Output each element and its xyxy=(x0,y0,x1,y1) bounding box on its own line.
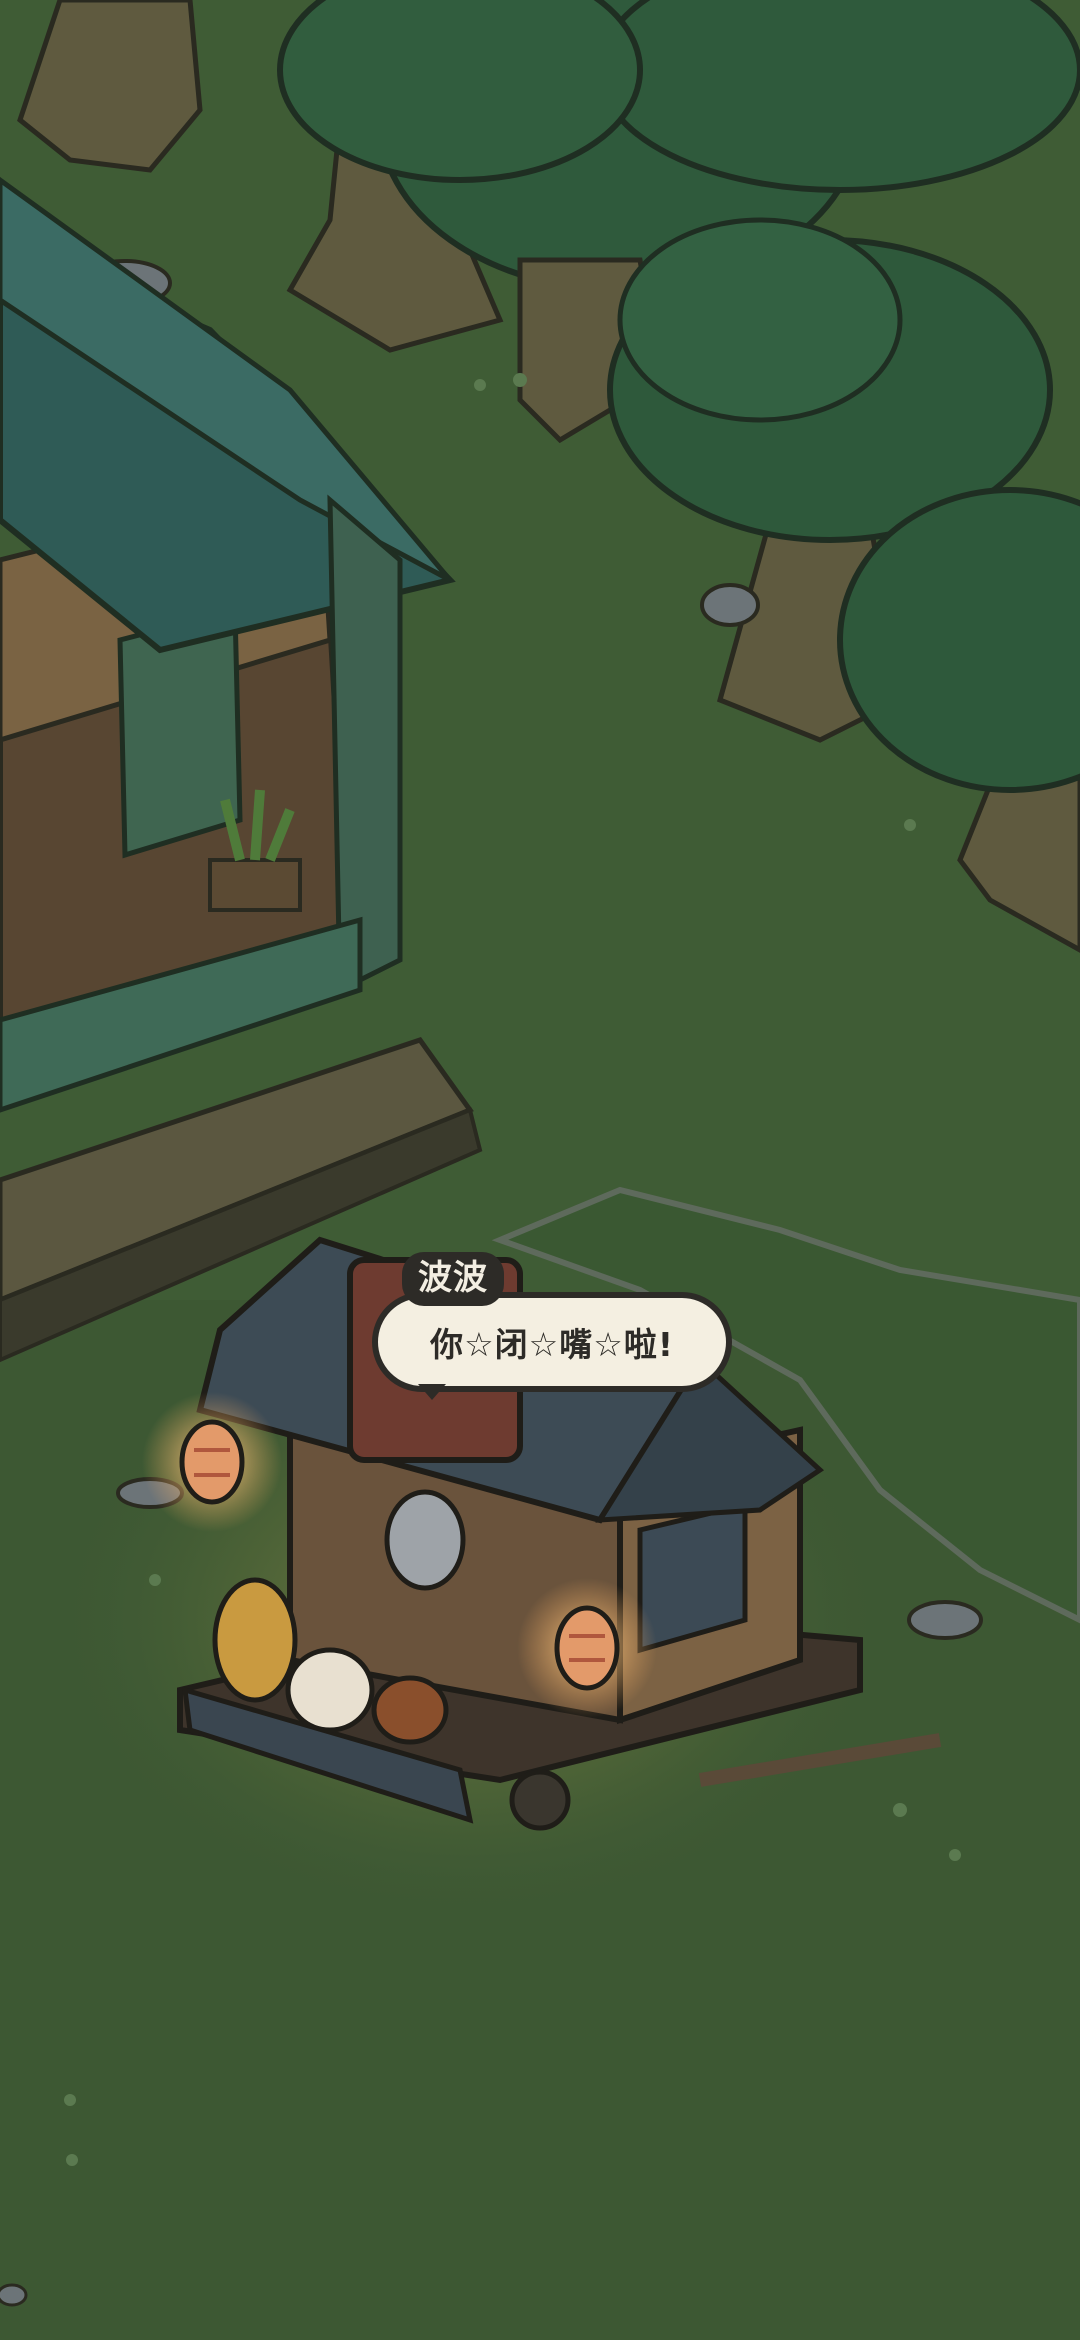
scene-artwork xyxy=(0,0,1080,2340)
speech-bubble-tail xyxy=(418,1384,446,1400)
dialogue-text: 你☆闭☆嘴☆啦! xyxy=(430,1325,674,1364)
lantern-icon xyxy=(142,1392,282,1532)
speech-bubble-body: 你☆闭☆嘴☆啦! xyxy=(372,1292,732,1392)
speech-bubble[interactable]: 你☆闭☆嘴☆啦! 波波 xyxy=(372,1252,742,1412)
speaker-name-tag: 波波 xyxy=(402,1252,504,1306)
game-scene[interactable]: 你☆闭☆嘴☆啦! 波波 xyxy=(0,0,1080,2340)
lantern-icon xyxy=(517,1578,657,1718)
